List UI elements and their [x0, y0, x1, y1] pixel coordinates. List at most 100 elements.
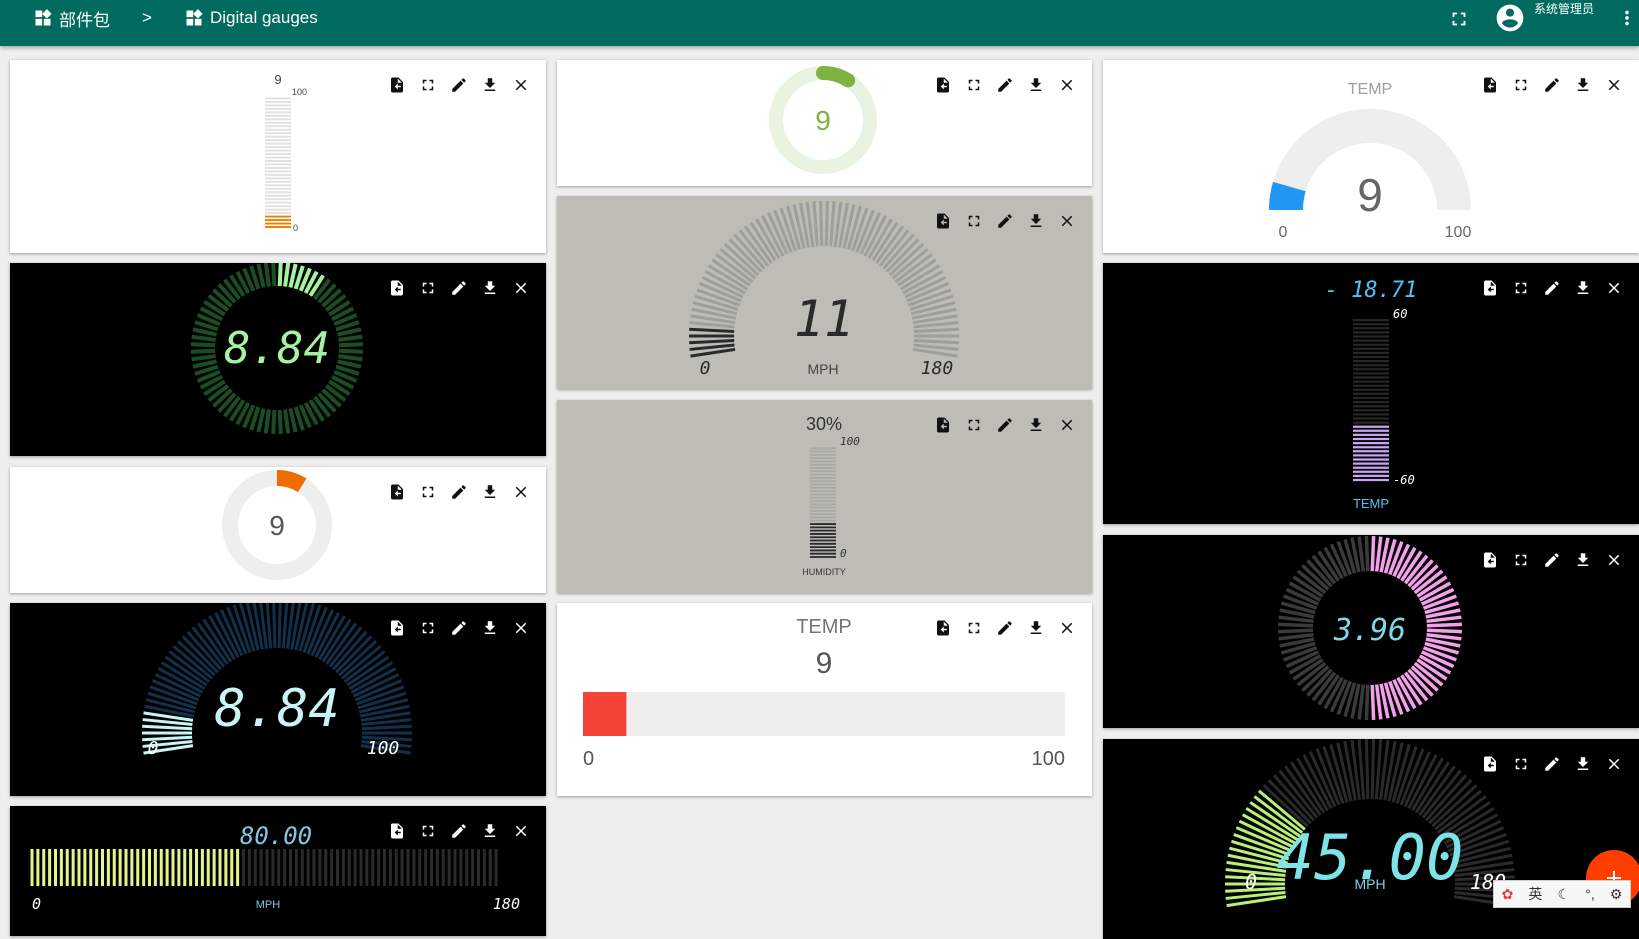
download-button[interactable]	[1025, 617, 1047, 639]
close-button[interactable]	[1056, 210, 1078, 232]
gauge-value: 8.84	[224, 323, 330, 374]
close-button[interactable]	[1056, 414, 1078, 436]
edit-icon	[998, 78, 1012, 92]
download-button[interactable]	[479, 617, 501, 639]
export-icon	[391, 620, 403, 636]
fullscreen-button[interactable]	[417, 617, 439, 639]
gauge-segment	[1370, 536, 1376, 572]
gauge-segment	[913, 338, 959, 345]
export-button[interactable]	[932, 210, 954, 232]
edit-button[interactable]	[1541, 549, 1563, 571]
export-button[interactable]	[1479, 753, 1501, 775]
fullscreen-button[interactable]	[963, 74, 985, 96]
gauge-segment	[1364, 739, 1370, 800]
fullscreen-button[interactable]	[963, 414, 985, 436]
export-button[interactable]	[1479, 549, 1501, 571]
export-button[interactable]	[386, 277, 408, 299]
gauge-segment	[1364, 684, 1370, 720]
export-button[interactable]	[932, 617, 954, 639]
export-button[interactable]	[932, 74, 954, 96]
fullscreen-button[interactable]	[417, 820, 439, 842]
more-menu-button[interactable]	[1616, 6, 1638, 35]
fullscreen-button[interactable]	[417, 277, 439, 299]
edit-button[interactable]	[994, 210, 1016, 232]
close-button[interactable]	[510, 617, 532, 639]
fullscreen-button[interactable]	[417, 481, 439, 503]
widget-card-5: 80.00 0 MPH 180	[10, 806, 546, 936]
download-icon	[484, 78, 496, 91]
fullscreen-icon	[968, 622, 980, 634]
close-button[interactable]	[1056, 617, 1078, 639]
gauge-segment	[689, 343, 735, 351]
download-button[interactable]	[1025, 74, 1047, 96]
export-button[interactable]	[932, 414, 954, 436]
gauge-min-label: 0	[293, 223, 298, 233]
fullscreen-button[interactable]	[1510, 549, 1532, 571]
gauge-value: 9	[1357, 169, 1383, 221]
breadcrumb-root[interactable]: 部件包	[33, 6, 110, 30]
close-button[interactable]	[1603, 549, 1625, 571]
download-button[interactable]	[1572, 753, 1594, 775]
edit-button[interactable]	[994, 74, 1016, 96]
edit-button[interactable]	[448, 617, 470, 639]
ime-toolbar[interactable]: ✿ 英 ☾ °, ⚙	[1493, 880, 1631, 908]
close-icon	[1061, 215, 1073, 227]
download-button[interactable]	[1572, 549, 1594, 571]
export-button[interactable]	[386, 617, 408, 639]
download-button[interactable]	[479, 820, 501, 842]
edit-icon	[998, 621, 1012, 635]
download-button[interactable]	[1025, 414, 1047, 436]
close-button[interactable]	[510, 74, 532, 96]
fullscreen-button[interactable]	[1510, 753, 1532, 775]
fullscreen-button[interactable]	[1448, 8, 1470, 35]
download-button[interactable]	[479, 277, 501, 299]
export-button[interactable]	[1479, 74, 1501, 96]
breadcrumb-current[interactable]: Digital gauges	[184, 6, 318, 30]
export-icon	[391, 823, 403, 839]
edit-icon	[998, 214, 1012, 228]
widget-card-6: 9	[557, 60, 1092, 186]
edit-button[interactable]	[994, 414, 1016, 436]
close-button[interactable]	[1056, 74, 1078, 96]
download-button[interactable]	[1025, 210, 1047, 232]
download-button[interactable]	[1572, 74, 1594, 96]
gauge-value: 9	[816, 647, 833, 680]
edit-button[interactable]	[448, 277, 470, 299]
fullscreen-button[interactable]	[1510, 277, 1532, 299]
fullscreen-button[interactable]	[1510, 74, 1532, 96]
edit-button[interactable]	[994, 617, 1016, 639]
close-button[interactable]	[1603, 753, 1625, 775]
edit-button[interactable]	[448, 481, 470, 503]
gauge-segment	[1374, 739, 1383, 800]
close-button[interactable]	[510, 277, 532, 299]
edit-button[interactable]	[1541, 74, 1563, 96]
export-button[interactable]	[386, 74, 408, 96]
gauge-segment	[361, 724, 412, 731]
fullscreen-icon	[1452, 12, 1466, 26]
fullscreen-button[interactable]	[417, 74, 439, 96]
gauge-segment	[265, 603, 273, 649]
gauge-value: 9	[274, 72, 281, 87]
gauge-min-label: 0	[1245, 870, 1257, 894]
edit-button[interactable]	[448, 74, 470, 96]
gauge-segment	[271, 409, 277, 435]
close-button[interactable]	[510, 481, 532, 503]
download-button[interactable]	[1572, 277, 1594, 299]
edit-button[interactable]	[448, 820, 470, 842]
download-button[interactable]	[479, 481, 501, 503]
export-button[interactable]	[1479, 277, 1501, 299]
close-icon	[1061, 622, 1073, 634]
close-button[interactable]	[510, 820, 532, 842]
close-button[interactable]	[1603, 74, 1625, 96]
user-avatar-button[interactable]	[1494, 2, 1526, 39]
fullscreen-button[interactable]	[963, 617, 985, 639]
edit-button[interactable]	[1541, 753, 1563, 775]
edit-button[interactable]	[1541, 277, 1563, 299]
gauge-segment	[1357, 684, 1366, 720]
fullscreen-button[interactable]	[963, 210, 985, 232]
download-button[interactable]	[479, 74, 501, 96]
export-button[interactable]	[386, 820, 408, 842]
export-button[interactable]	[386, 481, 408, 503]
widget-toolbar	[932, 617, 1078, 639]
close-button[interactable]	[1603, 277, 1625, 299]
